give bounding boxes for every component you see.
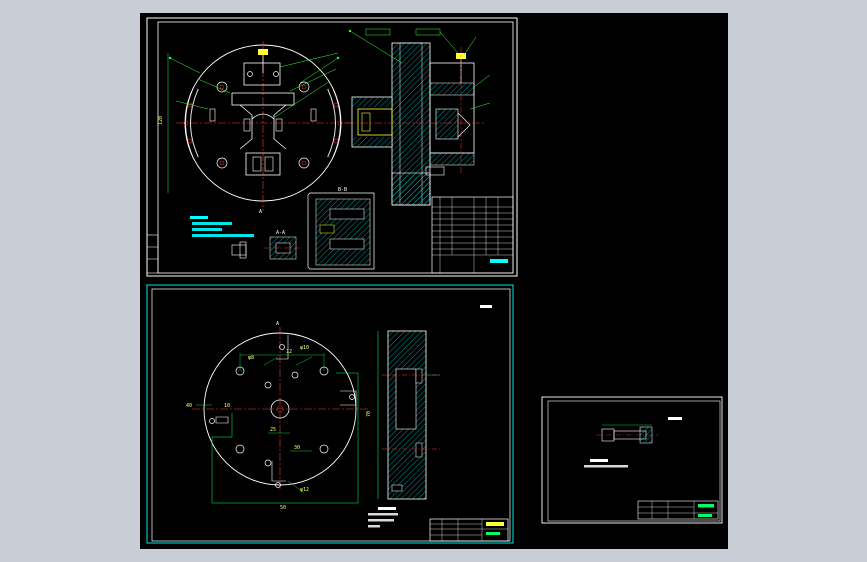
svg-text:B-B: B-B (338, 187, 347, 193)
pin-part-view (584, 417, 682, 468)
dim-text-25: 25 (270, 427, 276, 433)
dim-text-10: 10 (224, 403, 230, 409)
fixture-section-view (346, 28, 491, 206)
svg-text:A: A (259, 209, 262, 215)
dim-text-50: 50 (280, 505, 286, 511)
assembly-sheet[interactable]: 120 A B-B A-A (146, 17, 518, 277)
dim-text-d8: φ8 (248, 355, 254, 361)
model-space[interactable]: 120 A B-B A-A 12 φ10 φ8 10 25 30 50 40 φ… (140, 13, 728, 549)
pin-outer-border (541, 396, 723, 524)
dim-text-d12: φ12 (300, 487, 309, 493)
pin-title-block (637, 500, 719, 520)
plate-title-block (429, 518, 509, 542)
dim-text-30: 30 (294, 445, 300, 451)
dim-text-70: 70 (366, 411, 372, 417)
svg-text:A-A: A-A (276, 230, 285, 236)
plate-outer-border (146, 284, 514, 544)
plate-tech-notes (368, 305, 492, 528)
pin-sheet[interactable] (541, 396, 723, 524)
assembly-title-block (431, 196, 514, 274)
dim-text-12: 12 (286, 349, 292, 355)
assembly-tech-notes (190, 216, 254, 237)
dim-text-40: 40 (186, 403, 192, 409)
drawing-svg: 120 A B-B A-A 12 φ10 φ8 10 25 30 50 40 φ… (146, 17, 723, 544)
dim-text-120: 120 (158, 116, 164, 125)
assembly-side-stamp (146, 234, 159, 274)
plate-side-section: 70 (366, 330, 440, 500)
detail-section-bb: B-B (307, 187, 375, 270)
svg-text:A: A (276, 321, 279, 327)
fixture-top-view: 120 A (158, 41, 352, 215)
dim-text-d10: φ10 (300, 345, 309, 351)
plate-top-view: 12 φ10 φ8 10 25 30 50 40 φ12 A (186, 321, 368, 511)
plate-sheet[interactable]: 12 φ10 φ8 10 25 30 50 40 φ12 A 70 (146, 284, 514, 544)
